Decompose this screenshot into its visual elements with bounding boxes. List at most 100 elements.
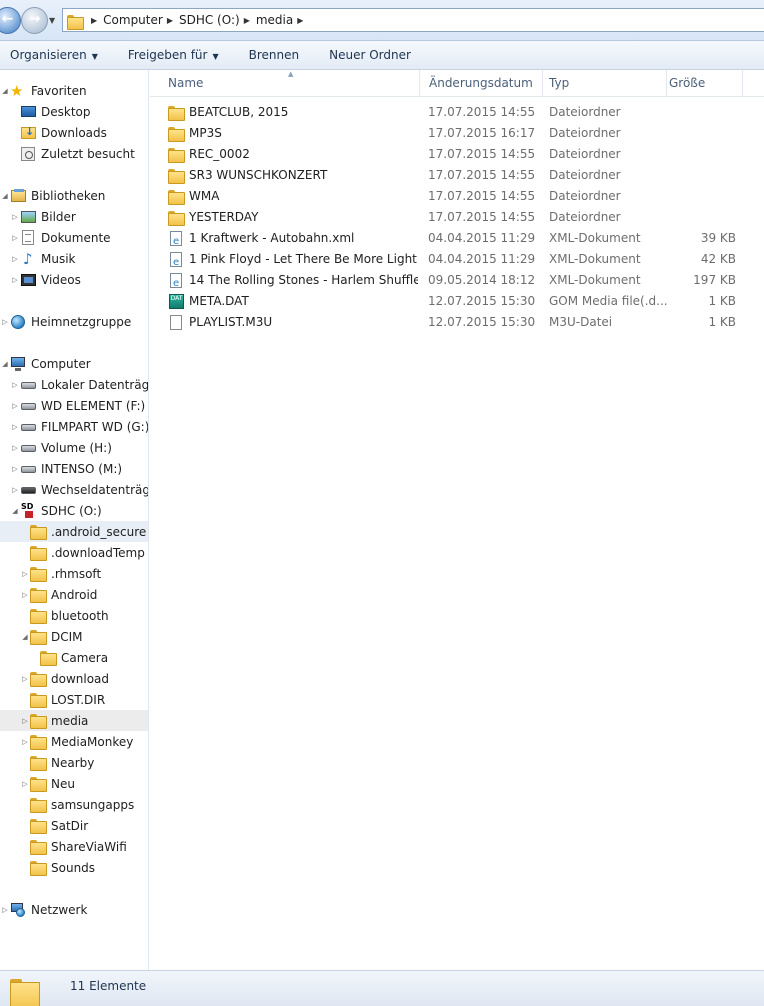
nav-item-filmpart[interactable]: ▷ FILMPART WD (G:) (0, 416, 148, 437)
nav-network[interactable]: ▷ Netzwerk (0, 899, 148, 920)
breadcrumb-media[interactable]: media (256, 13, 293, 27)
nav-folder-camera[interactable]: Camera (0, 647, 148, 668)
file-row[interactable]: BEATCLUB, 2015 17.07.2015 14:55 Dateiordne… (150, 102, 764, 123)
nav-item-intenso[interactable]: ▷ INTENSO (M:) (0, 458, 148, 479)
nav-item-videos[interactable]: ▷ Videos (0, 269, 148, 290)
collapsed-triangle-icon[interactable]: ▷ (20, 717, 30, 725)
column-header-name[interactable]: Name (150, 70, 420, 97)
nav-item-recent[interactable]: Zuletzt besucht (0, 143, 148, 164)
collapsed-triangle-icon[interactable]: ▷ (10, 402, 20, 410)
nav-folder-sounds[interactable]: Sounds (0, 857, 148, 878)
column-header-size[interactable]: Größe (667, 70, 743, 97)
expanded-triangle-icon[interactable]: ◢ (0, 192, 10, 200)
collapsed-triangle-icon[interactable]: ▷ (10, 276, 20, 284)
file-row[interactable]: DAT META.DAT 12.07.2015 15:30 GOM Media fil… (150, 291, 764, 312)
collapsed-triangle-icon[interactable]: ▷ (20, 591, 30, 599)
nav-folder-media[interactable]: ▷ media (0, 710, 148, 731)
new-folder-button[interactable]: Neuer Ordner (319, 48, 421, 62)
nav-homegroup[interactable]: ▷ Heimnetzgruppe (0, 311, 148, 332)
collapsed-triangle-icon[interactable]: ▷ (10, 234, 20, 242)
nav-folder-bluetooth[interactable]: bluetooth (0, 605, 148, 626)
nav-favorites[interactable]: ◢ ★ Favoriten (0, 80, 148, 101)
forward-button[interactable]: → (21, 7, 48, 34)
collapsed-triangle-icon[interactable]: ▷ (10, 423, 20, 431)
back-button[interactable]: ← (0, 7, 21, 34)
file-size: 197 KB (693, 273, 736, 287)
share-button[interactable]: Freigeben für ▼ (118, 48, 229, 62)
collapsed-triangle-icon[interactable]: ▷ (10, 255, 20, 263)
nav-item-desktop[interactable]: Desktop (0, 101, 148, 122)
expanded-triangle-icon[interactable]: ◢ (20, 633, 30, 641)
nav-item-pictures[interactable]: ▷ Bilder (0, 206, 148, 227)
nav-item-local-disk[interactable]: ▷ Lokaler Datenträger (0, 374, 148, 395)
file-row[interactable]: WMA 17.07.2015 14:55 Dateiordner (150, 186, 764, 207)
nav-folder-rhmsoft[interactable]: ▷ .rhmsoft (0, 563, 148, 584)
recent-pages-dropdown-icon[interactable]: ▼ (49, 16, 55, 25)
nav-libraries[interactable]: ◢ Bibliotheken (0, 185, 148, 206)
file-row[interactable]: PLAYLIST.M3U 12.07.2015 15:30 M3U-Datei 1 K… (150, 312, 764, 333)
collapsed-triangle-icon[interactable]: ▷ (0, 906, 10, 914)
breadcrumb-computer[interactable]: Computer (103, 13, 163, 27)
nav-item-sdhc[interactable]: ◢ SD SDHC (O:) (0, 500, 148, 521)
nav-computer[interactable]: ◢ Computer (0, 353, 148, 374)
nav-item-volume-h[interactable]: ▷ Volume (H:) (0, 437, 148, 458)
nav-item-documents[interactable]: ▷ Dokumente (0, 227, 148, 248)
nav-item-wd-element[interactable]: ▷ WD ELEMENT (F:) (0, 395, 148, 416)
folder-icon (30, 839, 47, 855)
nav-folder-android-secure[interactable]: .android_secure (0, 521, 148, 542)
collapsed-triangle-icon[interactable]: ▷ (20, 570, 30, 578)
file-row[interactable]: MP3S 17.07.2015 16:17 Dateiordner (150, 123, 764, 144)
nav-label: WD ELEMENT (F:) (41, 398, 146, 413)
nav-folder-mediamonkey[interactable]: ▷ MediaMonkey (0, 731, 148, 752)
collapsed-triangle-icon[interactable]: ▷ (20, 780, 30, 788)
file-row[interactable]: 1 Pink Floyd - Let There Be More Light.x… (150, 249, 764, 270)
file-name-cell: MP3S (168, 123, 418, 144)
collapsed-triangle-icon[interactable]: ▷ (20, 738, 30, 746)
organize-button[interactable]: Organisieren ▼ (0, 48, 108, 62)
file-row[interactable]: 14 The Rolling Stones - Harlem Shuffle [… (150, 270, 764, 291)
chevron-right-icon[interactable]: ▶ (167, 16, 173, 25)
nav-folder-samsungapps[interactable]: samsungapps (0, 794, 148, 815)
nav-folder-download[interactable]: ▷ download (0, 668, 148, 689)
back-arrow-icon: ← (1, 11, 14, 27)
m3u-file-icon (168, 314, 185, 331)
folder-icon (30, 797, 47, 813)
chevron-right-icon[interactable]: ▶ (91, 16, 97, 25)
nav-item-removable[interactable]: ▷ Wechseldatenträger (0, 479, 148, 500)
collapsed-triangle-icon[interactable]: ▷ (10, 465, 20, 473)
nav-folder-neu[interactable]: ▷ Neu (0, 773, 148, 794)
nav-label: Neu (51, 776, 75, 791)
chevron-right-icon[interactable]: ▶ (244, 16, 250, 25)
column-header-type[interactable]: Typ (543, 70, 667, 97)
nav-folder-android[interactable]: ▷ Android (0, 584, 148, 605)
collapsed-triangle-icon[interactable]: ▷ (10, 381, 20, 389)
nav-folder-nearby[interactable]: Nearby (0, 752, 148, 773)
collapsed-triangle-icon[interactable]: ▷ (10, 213, 20, 221)
burn-button[interactable]: Brennen (239, 48, 309, 62)
nav-item-downloads[interactable]: Downloads (0, 122, 148, 143)
file-name-cell: BEATCLUB, 2015 (168, 102, 418, 123)
column-header-date[interactable]: Änderungsdatum (420, 70, 543, 97)
breadcrumb[interactable]: ▶ Computer ▶ SDHC (O:) ▶ media ▶ (62, 8, 764, 32)
nav-folder-lost-dir[interactable]: LOST.DIR (0, 689, 148, 710)
nav-folder-dcim[interactable]: ◢ DCIM (0, 626, 148, 647)
nav-item-music[interactable]: ▷ ♪ Musik (0, 248, 148, 269)
collapsed-triangle-icon[interactable]: ▷ (20, 675, 30, 683)
file-row[interactable]: 1 Kraftwerk - Autobahn.xml 04.04.2015 11:… (150, 228, 764, 249)
collapsed-triangle-icon[interactable]: ▷ (10, 444, 20, 452)
file-row[interactable]: YESTERDAY 17.07.2015 14:55 Dateiordner (150, 207, 764, 228)
collapsed-triangle-icon[interactable]: ▷ (10, 486, 20, 494)
file-row[interactable]: REC_0002 17.07.2015 14:55 Dateiordner (150, 144, 764, 165)
nav-folder-downloadtemp[interactable]: .downloadTemp (0, 542, 148, 563)
expanded-triangle-icon[interactable]: ◢ (0, 87, 10, 95)
expanded-triangle-icon[interactable]: ◢ (10, 507, 20, 515)
breadcrumb-sdhc[interactable]: SDHC (O:) (179, 13, 240, 27)
collapsed-triangle-icon[interactable]: ▷ (0, 318, 10, 326)
nav-folder-shareviawifi[interactable]: ShareViaWifi (0, 836, 148, 857)
file-size: 39 KB (700, 231, 736, 245)
file-name: 1 Kraftwerk - Autobahn.xml (189, 231, 355, 245)
chevron-right-icon[interactable]: ▶ (297, 16, 303, 25)
nav-folder-satdir[interactable]: SatDir (0, 815, 148, 836)
expanded-triangle-icon[interactable]: ◢ (0, 360, 10, 368)
file-row[interactable]: SR3 WUNSCHKONZERT 17.07.2015 14:55 Dateior… (150, 165, 764, 186)
